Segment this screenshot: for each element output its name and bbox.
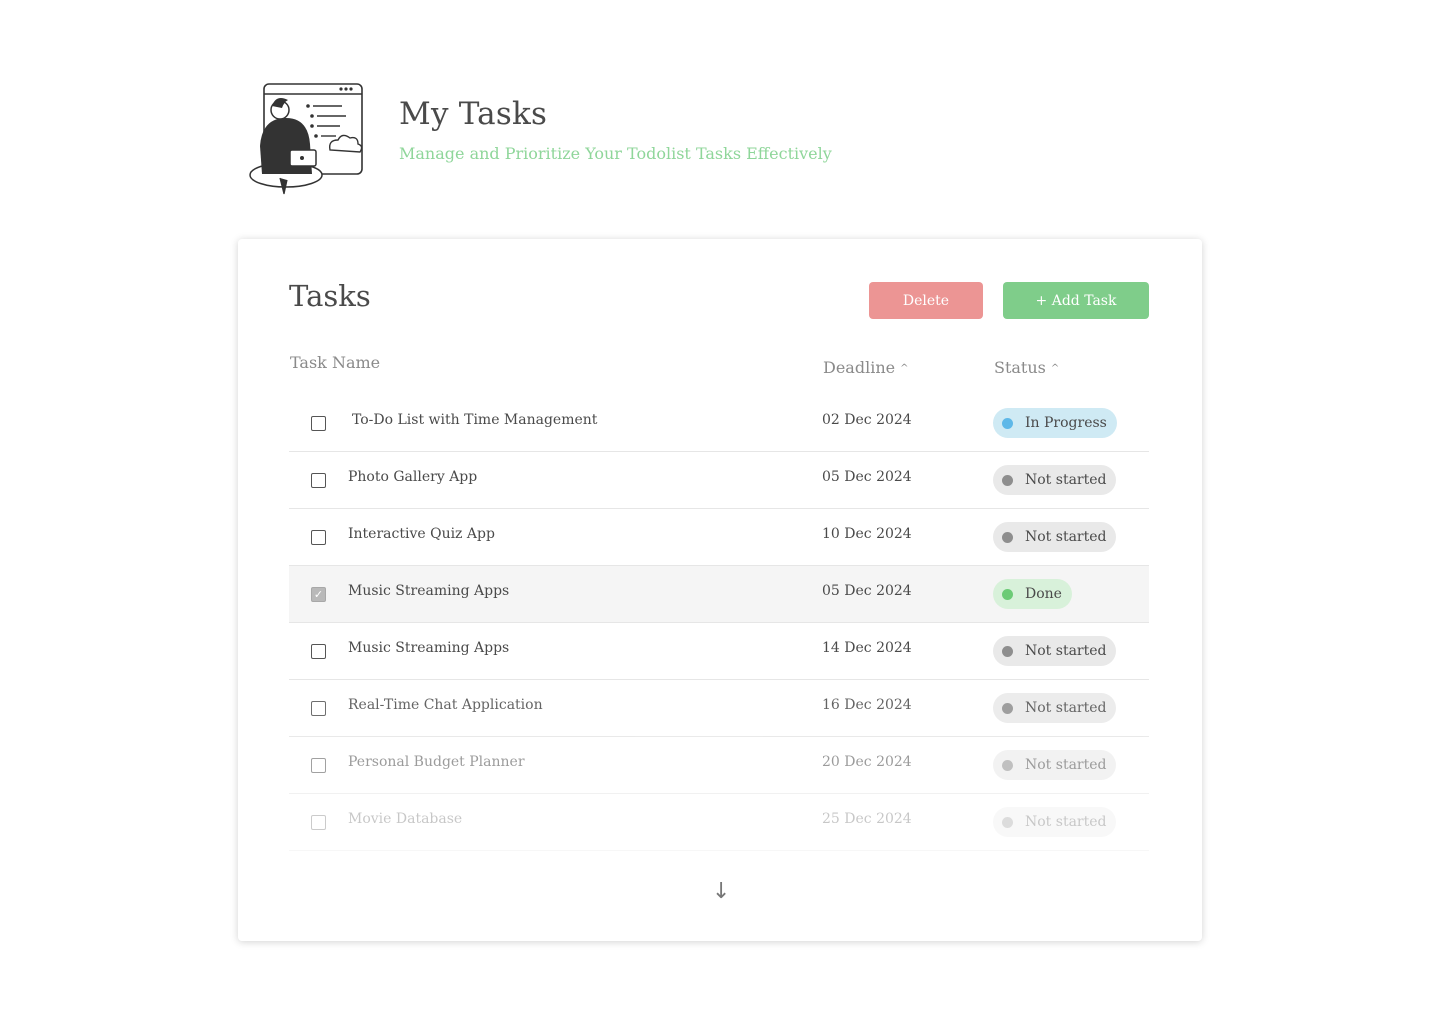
task-row[interactable]: Photo Gallery App 05 Dec 2024 Not starte… bbox=[289, 452, 1149, 509]
column-header-status[interactable]: Status ^ bbox=[994, 358, 1059, 377]
task-checkbox[interactable] bbox=[311, 815, 326, 830]
column-header-task-name: Task Name bbox=[290, 353, 380, 372]
status-label: In Progress bbox=[1025, 415, 1107, 431]
sort-caret-icon[interactable]: ^ bbox=[1051, 363, 1059, 374]
status-dot-icon bbox=[1002, 588, 1013, 600]
status-badge: Not started bbox=[993, 636, 1117, 666]
task-name: To-Do List with Time Management bbox=[352, 412, 598, 428]
task-name: Real-Time Chat Application bbox=[348, 697, 543, 713]
status-dot-icon bbox=[1002, 531, 1013, 543]
status-badge: Not started bbox=[993, 807, 1117, 837]
arrow-down-icon[interactable]: ↓ bbox=[712, 879, 730, 904]
status-badge: Not started bbox=[993, 750, 1117, 780]
add-task-button[interactable]: + Add Task bbox=[1003, 282, 1149, 319]
page-header: My Tasks Manage and Prioritize Your Todo… bbox=[246, 80, 946, 200]
task-row[interactable]: To-Do List with Time Management 02 Dec 2… bbox=[289, 395, 1149, 452]
task-checkbox[interactable] bbox=[311, 701, 326, 716]
task-checkbox[interactable] bbox=[311, 416, 326, 431]
status-dot-icon bbox=[1002, 702, 1013, 714]
task-deadline: 20 Dec 2024 bbox=[822, 754, 912, 770]
status-label: Not started bbox=[1025, 814, 1107, 830]
status-label: Not started bbox=[1025, 757, 1107, 773]
status-dot-icon bbox=[1002, 417, 1013, 429]
task-row[interactable]: Movie Database 25 Dec 2024 Not started bbox=[289, 794, 1149, 851]
status-label: Done bbox=[1025, 586, 1062, 602]
sort-caret-icon[interactable]: ^ bbox=[900, 363, 908, 374]
status-badge: Done bbox=[993, 579, 1072, 609]
status-label: Not started bbox=[1025, 643, 1107, 659]
status-dot-icon bbox=[1002, 816, 1013, 828]
status-label: Not started bbox=[1025, 472, 1107, 488]
task-row-selected[interactable]: ✓ Music Streaming Apps 05 Dec 2024 Done bbox=[289, 566, 1149, 623]
page-subtitle: Manage and Prioritize Your Todolist Task… bbox=[399, 144, 832, 163]
task-row[interactable]: Personal Budget Planner 20 Dec 2024 Not … bbox=[289, 737, 1149, 794]
status-label: Not started bbox=[1025, 529, 1107, 545]
status-badge: Not started bbox=[993, 465, 1117, 495]
status-dot-icon bbox=[1002, 759, 1013, 771]
task-name: Movie Database bbox=[348, 811, 463, 827]
task-deadline: 10 Dec 2024 bbox=[822, 526, 912, 542]
column-header-label: Deadline bbox=[823, 358, 896, 377]
status-dot-icon bbox=[1002, 645, 1013, 657]
task-deadline: 16 Dec 2024 bbox=[822, 697, 912, 713]
task-row[interactable]: Real-Time Chat Application 16 Dec 2024 N… bbox=[289, 680, 1149, 737]
status-badge: Not started bbox=[993, 522, 1117, 552]
column-header-label: Status bbox=[994, 358, 1046, 377]
tasks-card: Tasks Delete + Add Task Task Name Deadli… bbox=[238, 239, 1202, 941]
task-checkbox[interactable] bbox=[311, 758, 326, 773]
delete-button[interactable]: Delete bbox=[869, 282, 983, 319]
task-deadline: 25 Dec 2024 bbox=[822, 811, 912, 827]
tasks-card-title: Tasks bbox=[289, 279, 371, 313]
page-title: My Tasks bbox=[399, 96, 548, 132]
status-badge: In Progress bbox=[993, 408, 1117, 438]
task-checkbox[interactable] bbox=[311, 530, 326, 545]
task-deadline: 02 Dec 2024 bbox=[822, 412, 912, 428]
status-badge: Not started bbox=[993, 693, 1117, 723]
check-icon: ✓ bbox=[313, 588, 324, 601]
column-header-label: Task Name bbox=[290, 353, 381, 372]
task-deadline: 14 Dec 2024 bbox=[822, 640, 912, 656]
task-checkbox-checked[interactable]: ✓ bbox=[311, 587, 326, 602]
task-checkbox[interactable] bbox=[311, 473, 326, 488]
task-list: To-Do List with Time Management 02 Dec 2… bbox=[289, 395, 1149, 851]
task-name: Music Streaming Apps bbox=[348, 640, 510, 656]
status-dot-icon bbox=[1002, 474, 1013, 486]
task-row[interactable]: Interactive Quiz App 10 Dec 2024 Not sta… bbox=[289, 509, 1149, 566]
task-row[interactable]: Music Streaming Apps 14 Dec 2024 Not sta… bbox=[289, 623, 1149, 680]
task-name: Music Streaming Apps bbox=[348, 583, 510, 599]
task-name: Photo Gallery App bbox=[348, 469, 478, 485]
person-laptop-illustration bbox=[249, 83, 363, 195]
task-name: Interactive Quiz App bbox=[348, 526, 495, 542]
task-name: Personal Budget Planner bbox=[348, 754, 525, 770]
task-deadline: 05 Dec 2024 bbox=[822, 583, 912, 599]
column-header-deadline[interactable]: Deadline ^ bbox=[823, 358, 908, 377]
status-label: Not started bbox=[1025, 700, 1107, 716]
task-checkbox[interactable] bbox=[311, 644, 326, 659]
task-deadline: 05 Dec 2024 bbox=[822, 469, 912, 485]
